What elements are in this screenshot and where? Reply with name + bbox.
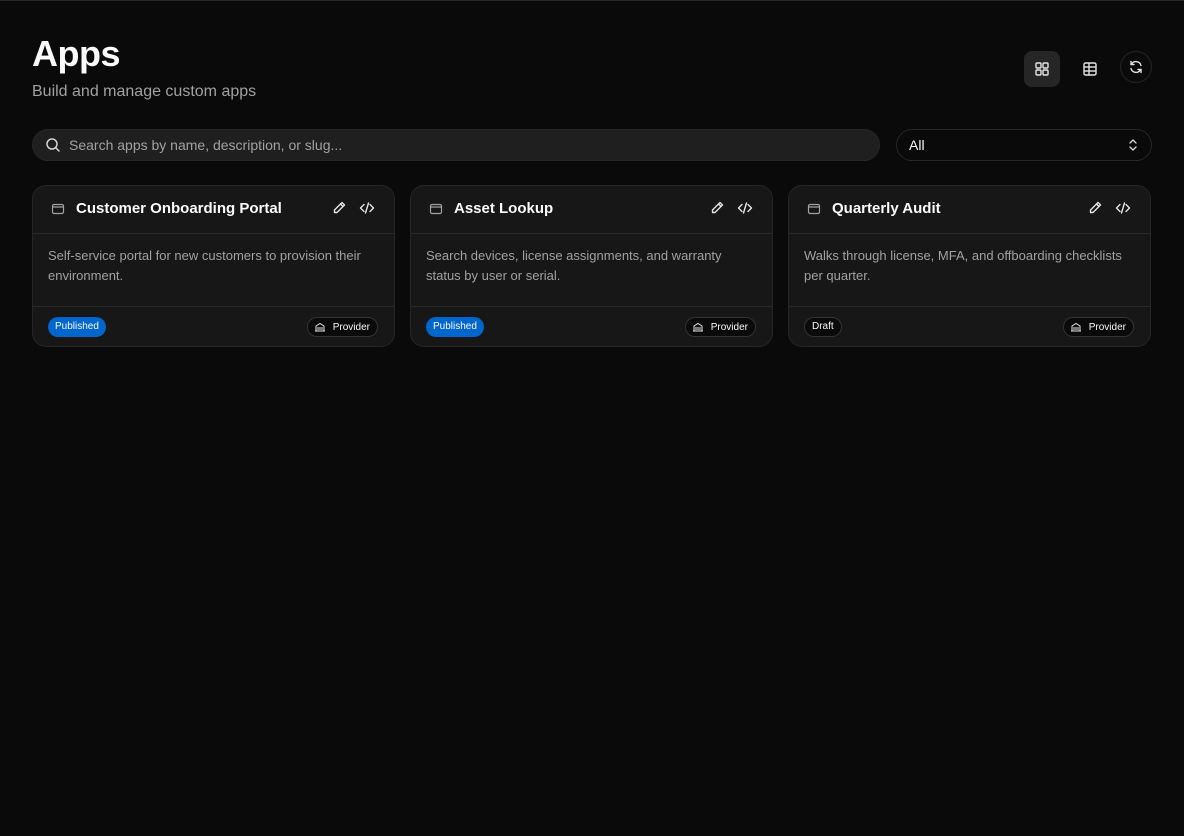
- view-controls: [1024, 51, 1152, 87]
- card-description: Walks through license, MFA, and offboard…: [804, 248, 1122, 283]
- refresh-button[interactable]: [1120, 51, 1152, 83]
- scope-badge: Provider: [684, 317, 756, 337]
- card-description: Search devices, license assignments, and…: [426, 248, 722, 283]
- grid-view-button[interactable]: [1024, 51, 1060, 87]
- edit-icon[interactable]: [1087, 200, 1103, 216]
- scope-badge: Provider: [306, 317, 378, 337]
- refresh-icon: [1130, 60, 1142, 74]
- search-box[interactable]: [32, 129, 880, 161]
- code-icon[interactable]: [1115, 200, 1131, 216]
- app-window-icon: [51, 203, 65, 215]
- building-icon: [692, 322, 703, 332]
- app-card[interactable]: Asset Lookup Search devices, license ass…: [410, 185, 773, 347]
- building-icon: [1070, 322, 1081, 332]
- card-title: Asset Lookup: [454, 200, 554, 217]
- scope-label: Provider: [710, 321, 748, 333]
- page-title: Apps: [32, 33, 121, 74]
- card-description: Self-service portal for new customers to…: [48, 248, 361, 283]
- page-subtitle: Build and manage custom apps: [32, 83, 257, 100]
- card-header: Quarterly Audit: [789, 186, 1150, 234]
- card-footer: Published Provider: [411, 306, 772, 346]
- card-title: Quarterly Audit: [832, 200, 941, 217]
- scope-badge: Provider: [1062, 317, 1134, 337]
- card-footer: Draft Provider: [789, 306, 1150, 346]
- app-card[interactable]: Customer Onboarding Portal Self-service …: [32, 185, 395, 347]
- status-badge: Published: [426, 317, 484, 337]
- search-input[interactable]: [69, 137, 829, 153]
- filter-selected-value: All: [909, 137, 925, 153]
- search-icon: [46, 138, 60, 152]
- table-icon: [1083, 62, 1097, 76]
- filter-select[interactable]: All: [896, 129, 1152, 161]
- app-cards: Customer Onboarding Portal Self-service …: [32, 185, 1151, 347]
- code-icon[interactable]: [737, 200, 753, 216]
- card-title: Customer Onboarding Portal: [76, 200, 282, 217]
- status-badge: Draft: [804, 317, 842, 337]
- edit-icon[interactable]: [331, 200, 347, 216]
- scope-label: Provider: [1088, 321, 1126, 333]
- card-header: Customer Onboarding Portal: [33, 186, 394, 234]
- app-card[interactable]: Quarterly Audit Walks through license, M…: [788, 185, 1151, 347]
- grid-icon: [1035, 62, 1049, 76]
- card-footer: Published Provider: [33, 306, 394, 346]
- building-icon: [314, 322, 325, 332]
- app-window-icon: [429, 203, 443, 215]
- table-view-button[interactable]: [1072, 51, 1108, 87]
- code-icon[interactable]: [359, 200, 375, 216]
- scope-label: Provider: [332, 321, 370, 333]
- status-badge: Published: [48, 317, 106, 337]
- top-border: [0, 0, 1184, 1]
- chevrons-up-down-icon: [1129, 139, 1137, 151]
- card-header: Asset Lookup: [411, 186, 772, 234]
- app-window-icon: [807, 203, 821, 215]
- edit-icon[interactable]: [709, 200, 725, 216]
